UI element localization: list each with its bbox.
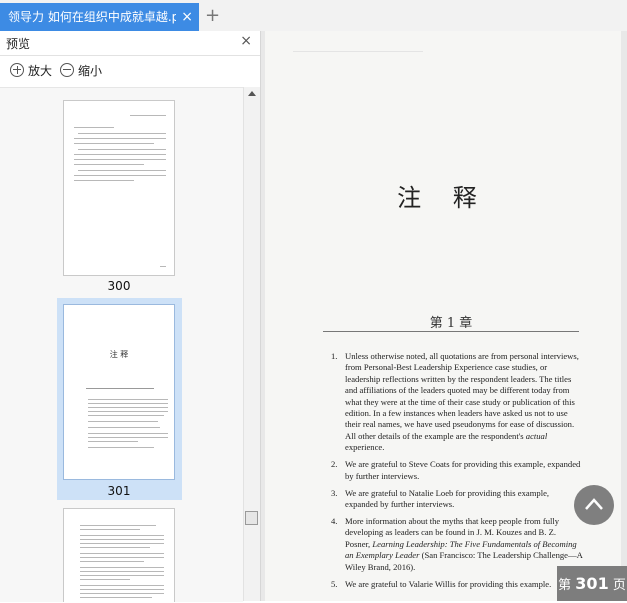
thumbnail-page-title: 注 释 <box>109 350 129 359</box>
sidebar-header: 预览 × <box>0 31 260 56</box>
note-number: 1. <box>331 351 338 361</box>
page-title: 注 释 <box>397 184 489 212</box>
zoom-out-icon <box>60 63 74 77</box>
document-page: 注 释 第 1 章 1. Unless otherwise noted, all… <box>265 31 621 601</box>
note-text: We are grateful to Steve Coats for provi… <box>345 459 581 481</box>
page-indicator-suffix: 页 <box>612 578 626 593</box>
tab-close-icon[interactable]: × <box>181 3 193 31</box>
note-number: 2. <box>331 459 338 470</box>
scroll-to-top-icon <box>585 498 603 510</box>
chapter-heading: 第 1 章 <box>429 316 473 331</box>
page-indicator-number: 301 <box>575 574 609 593</box>
thumbnail-page-number: 300 <box>107 279 131 293</box>
chapter-rule <box>323 331 579 332</box>
note-item: 3. We are grateful to Natalie Loeb for p… <box>331 488 583 511</box>
note-item: 5. We are grateful to Valarie Willis for… <box>331 579 583 590</box>
note-text: We are grateful to Valarie Willis for pr… <box>345 578 552 589</box>
note-item: 1. Unless otherwise noted, all quotation… <box>331 351 583 454</box>
page-indicator-prefix: 第 <box>558 578 572 593</box>
document-viewer[interactable]: 注 释 第 1 章 1. Unless otherwise noted, all… <box>261 31 627 601</box>
new-tab-plus-icon[interactable]: + <box>205 6 220 26</box>
sidebar-close-icon[interactable]: × <box>240 33 252 49</box>
zoom-in-label: 放大 <box>28 64 53 78</box>
note-item: 2. We are grateful to Steve Coats for pr… <box>331 459 583 482</box>
note-number: 5. <box>331 578 338 589</box>
zoom-out-label: 缩小 <box>78 64 103 78</box>
note-number: 4. <box>331 516 338 527</box>
sidebar-toolbar: 放大 缩小 <box>0 56 260 86</box>
note-item: 4. More information about the myths that… <box>331 516 583 573</box>
page-indicator: 第 301 页 <box>557 566 627 601</box>
zoom-in-button[interactable]: 放大 <box>10 61 52 81</box>
note-text-after: experience. <box>345 442 385 453</box>
scroll-to-top-button[interactable] <box>574 485 614 525</box>
thumbnail-list: 300 注 释 301 <box>0 87 243 602</box>
thumbnail-page-302[interactable] <box>63 508 175 602</box>
note-text: Unless otherwise noted, all quotations a… <box>345 351 579 441</box>
notes-list: 1. Unless otherwise noted, all quotation… <box>331 351 583 596</box>
thumbnail-page-301[interactable]: 注 释 <box>63 304 175 480</box>
thumbnail-scrollbar[interactable] <box>243 87 260 601</box>
page-header-rule <box>293 51 423 52</box>
sidebar-title: 预览 <box>6 37 31 51</box>
note-number: 3. <box>331 487 338 498</box>
preview-sidebar: 预览 × 放大 缩小 300 注 释 301 <box>0 31 261 602</box>
scrollbar-thumb[interactable] <box>245 511 258 525</box>
document-tab-title: 领导力 如何在组织中成就卓越.p <box>8 10 176 24</box>
thumbnail-page-300[interactable] <box>63 100 175 276</box>
tab-bar: 领导力 如何在组织中成就卓越.p × + <box>0 0 627 32</box>
document-tab[interactable]: 领导力 如何在组织中成就卓越.p × <box>0 3 199 31</box>
note-text: We are grateful to Natalie Loeb for prov… <box>345 487 550 510</box>
zoom-out-button[interactable]: 缩小 <box>60 61 102 81</box>
note-italic: actual <box>525 430 548 441</box>
thumbnail-page-number: 301 <box>107 484 131 498</box>
scroll-up-arrow-icon[interactable] <box>248 91 256 96</box>
zoom-in-icon <box>10 63 24 77</box>
